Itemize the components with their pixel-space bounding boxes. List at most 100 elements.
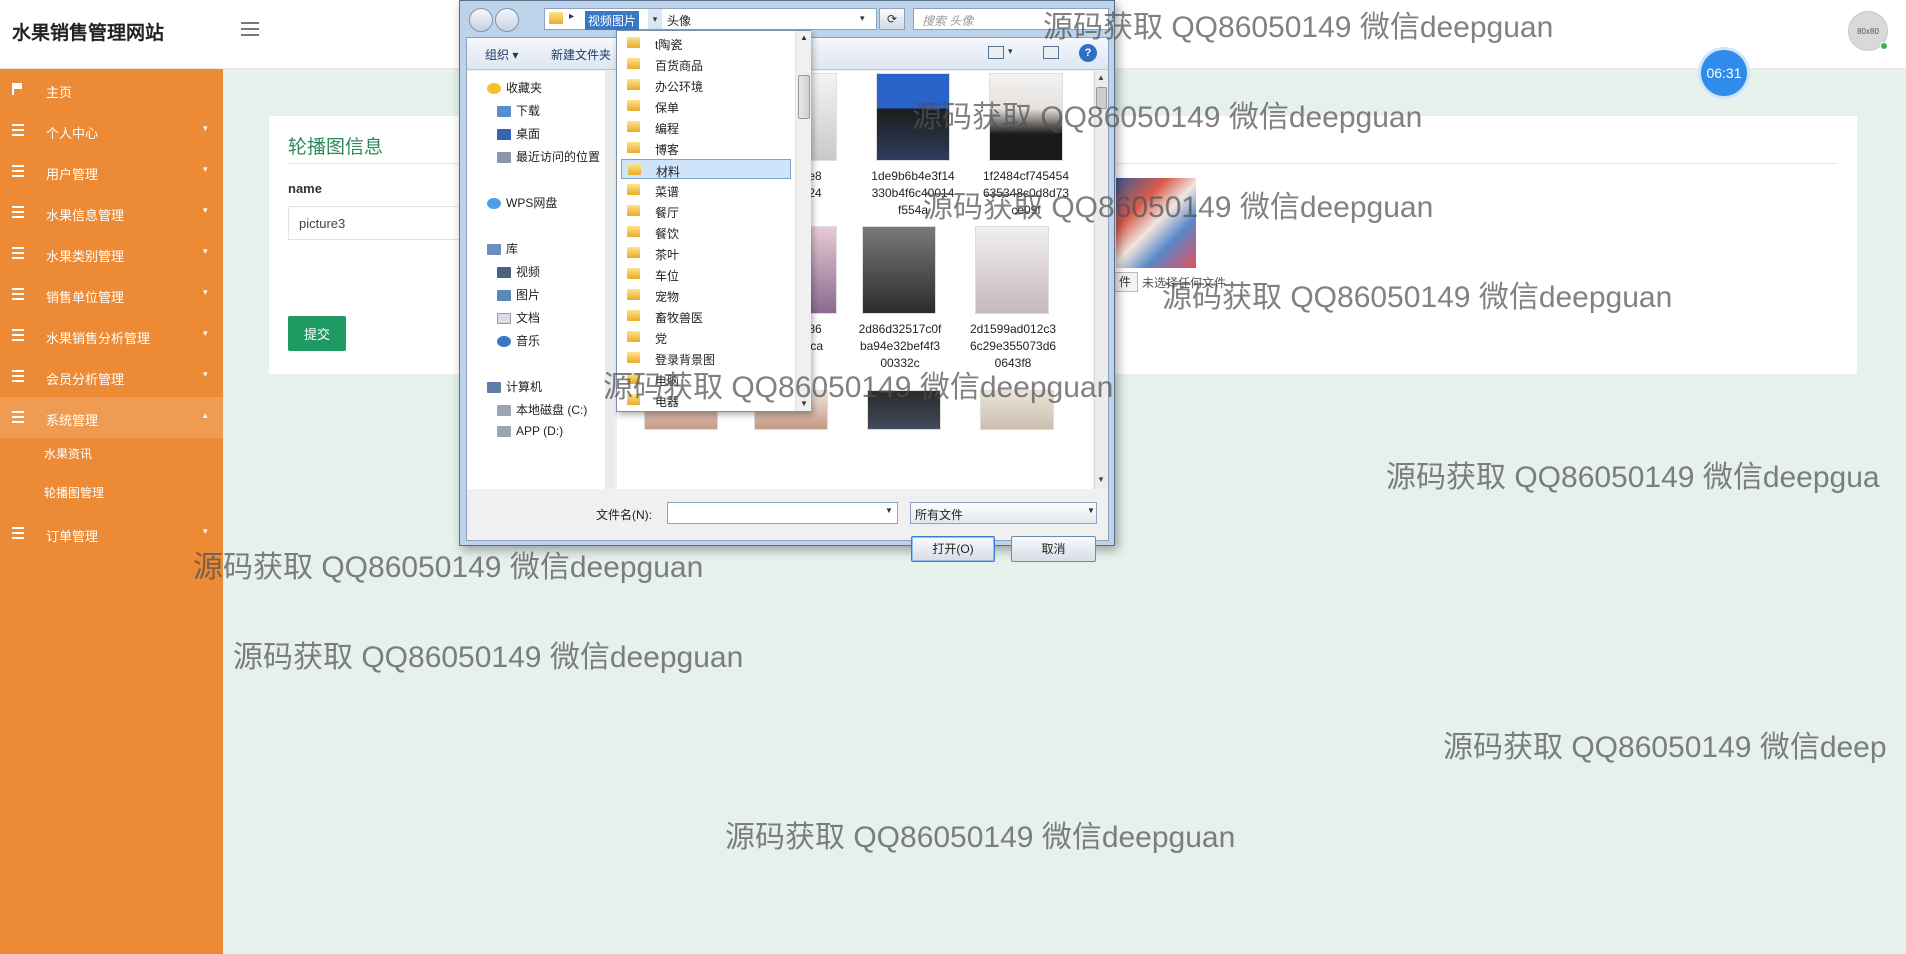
file-thumbnail[interactable] bbox=[975, 226, 1049, 314]
sidebar-item-sales-analysis[interactable]: 水果销售分析管理 ▾ bbox=[0, 315, 223, 356]
tree-item-videos[interactable]: 视频 bbox=[497, 263, 540, 280]
folder-item[interactable]: 电器 bbox=[621, 390, 791, 410]
folder-dropdown-scrollbar[interactable]: ▲ ▼ bbox=[795, 31, 811, 411]
sidebar-item-system[interactable]: 系统管理 ▴ bbox=[0, 397, 223, 438]
tree-item-documents[interactable]: 文档 bbox=[497, 309, 540, 326]
clock-badge: 06:31 bbox=[1701, 50, 1747, 96]
name-input[interactable] bbox=[288, 206, 488, 240]
chevron-down-icon[interactable]: ▾ bbox=[648, 9, 662, 29]
folder-item[interactable]: 宠物 bbox=[621, 285, 791, 305]
file-thumbnail[interactable] bbox=[867, 390, 941, 430]
folder-item[interactable]: 菜谱 bbox=[621, 180, 791, 200]
refresh-icon[interactable]: ⟳ bbox=[879, 8, 905, 30]
folder-item[interactable]: 党 bbox=[621, 327, 791, 347]
filetype-select[interactable]: 所有文件 bbox=[910, 502, 1097, 524]
folder-item[interactable]: 茶叶 bbox=[621, 243, 791, 263]
scroll-thumb[interactable] bbox=[798, 75, 810, 119]
breadcrumb[interactable]: ▸ 视频图片 ▾ 头像 ▾ bbox=[544, 8, 877, 30]
sidebar-item-fruit-category[interactable]: 水果类别管理 ▾ bbox=[0, 233, 223, 274]
grid-scrollbar[interactable]: ▲ ▼ bbox=[1094, 71, 1108, 489]
back-icon[interactable] bbox=[469, 8, 493, 32]
help-icon[interactable]: ? bbox=[1079, 44, 1097, 62]
preview-pane-icon[interactable] bbox=[1043, 46, 1059, 59]
file-name[interactable]: 1de9b6b4e3f14 330b4f6c40014 f554a bbox=[857, 168, 969, 219]
tree-item-favorites[interactable]: 收藏夹 bbox=[487, 79, 542, 96]
tree-item-desktop[interactable]: 桌面 bbox=[497, 125, 540, 142]
folder-item[interactable]: 餐饮 bbox=[621, 222, 791, 242]
search-input[interactable]: 搜索 头像 bbox=[913, 8, 1109, 30]
drive-icon bbox=[497, 426, 511, 438]
choose-file-button[interactable]: 件 bbox=[1112, 272, 1138, 292]
submit-button[interactable]: 提交 bbox=[288, 316, 346, 351]
no-file-text: 未选择任何文件 bbox=[1142, 276, 1227, 290]
sidebar-item-member-analysis[interactable]: 会员分析管理 ▾ bbox=[0, 356, 223, 397]
folder-icon bbox=[627, 268, 640, 279]
tree-scrollbar[interactable] bbox=[605, 71, 613, 489]
tree-item-drive-c[interactable]: 本地磁盘 (C:) bbox=[497, 401, 587, 418]
scroll-up-icon[interactable]: ▲ bbox=[800, 33, 808, 42]
file-thumbnail[interactable] bbox=[862, 226, 936, 314]
file-name[interactable]: 1f2484cf745454 635348c0d8d73 ce09f bbox=[970, 168, 1082, 219]
sidebar-item-profile[interactable]: 个人中心 ▾ bbox=[0, 110, 223, 151]
scroll-thumb[interactable] bbox=[1096, 87, 1107, 109]
chevron-down-icon[interactable]: ▾ bbox=[1008, 46, 1013, 57]
view-mode-icon[interactable] bbox=[988, 46, 1004, 59]
folder-item-selected[interactable]: 材料 bbox=[621, 159, 791, 179]
navigation-tree: 收藏夹 下载 桌面 最近访问的位置 WPS网盘 库 视频 图片 文档 音乐 计算… bbox=[467, 71, 613, 489]
folder-item[interactable]: 登录背景图 bbox=[621, 348, 791, 368]
cancel-button[interactable]: 取消 bbox=[1011, 536, 1096, 562]
chevron-down-icon: ▾ bbox=[203, 246, 208, 256]
tree-item-wps-cloud[interactable]: WPS网盘 bbox=[487, 194, 557, 211]
tree-item-drive-d[interactable]: APP (D:) bbox=[497, 424, 563, 438]
menu-toggle-icon[interactable] bbox=[241, 22, 259, 36]
folder-item[interactable]: t陶瓷 bbox=[621, 33, 791, 53]
folder-icon bbox=[627, 37, 640, 48]
sidebar-subitem-carousel[interactable]: 轮播图管理 bbox=[44, 484, 104, 501]
new-folder-button[interactable]: 新建文件夹 bbox=[551, 46, 611, 63]
sidebar-item-fruit-info[interactable]: 水果信息管理 ▾ bbox=[0, 192, 223, 233]
sidebar-item-orders[interactable]: 订单管理 ▾ bbox=[0, 513, 223, 554]
tree-item-recent[interactable]: 最近访问的位置 bbox=[497, 148, 600, 165]
tree-item-computer[interactable]: 计算机 bbox=[487, 378, 542, 395]
filename-input[interactable] bbox=[667, 502, 898, 524]
folder-item[interactable]: 餐厅 bbox=[621, 201, 791, 221]
breadcrumb-parent[interactable]: 视频图片 bbox=[585, 11, 640, 30]
tree-item-pictures[interactable]: 图片 bbox=[497, 286, 540, 303]
breadcrumb-current[interactable]: 头像 bbox=[667, 12, 691, 29]
folder-item[interactable]: 博客 bbox=[621, 138, 791, 158]
folder-item[interactable]: 畜牧兽医 bbox=[621, 306, 791, 326]
file-thumbnail[interactable] bbox=[989, 73, 1063, 161]
scroll-up-icon[interactable]: ▲ bbox=[1097, 73, 1105, 82]
forward-icon[interactable] bbox=[495, 8, 519, 32]
sidebar-item-users[interactable]: 用户管理 ▾ bbox=[0, 151, 223, 192]
tree-item-libraries[interactable]: 库 bbox=[487, 240, 518, 257]
organize-button[interactable]: 组织 ▾ bbox=[485, 46, 518, 63]
flag-icon bbox=[12, 83, 22, 95]
folder-item[interactable]: 百货商品 bbox=[621, 54, 791, 74]
scroll-down-icon[interactable]: ▼ bbox=[800, 399, 808, 408]
chevron-down-icon[interactable]: ▼ bbox=[885, 506, 893, 515]
folder-item[interactable]: 编程 bbox=[621, 117, 791, 137]
file-name[interactable]: 2d1599ad012c3 6c29e355073d6 0643f8 bbox=[957, 321, 1069, 372]
folder-item[interactable]: 电脑 bbox=[621, 369, 791, 389]
download-icon bbox=[497, 106, 511, 118]
folder-item[interactable]: 车位 bbox=[621, 264, 791, 284]
scroll-down-icon[interactable]: ▼ bbox=[1097, 475, 1105, 484]
file-thumbnail[interactable] bbox=[980, 390, 1054, 430]
pictures-icon bbox=[497, 290, 511, 302]
folder-icon bbox=[627, 373, 640, 384]
tree-item-music[interactable]: 音乐 bbox=[497, 332, 540, 349]
watermark: 源码获取 QQ86050149 微信deepguan bbox=[233, 641, 744, 674]
sidebar-subitem-fruit-news[interactable]: 水果资讯 bbox=[44, 445, 92, 462]
folder-item[interactable]: 办公环境 bbox=[621, 75, 791, 95]
open-button[interactable]: 打开(O) bbox=[911, 536, 995, 562]
tree-item-downloads[interactable]: 下载 bbox=[497, 102, 540, 119]
chevron-down-icon: ▾ bbox=[203, 369, 208, 379]
file-thumbnail[interactable] bbox=[876, 73, 950, 161]
sidebar-item-home[interactable]: 主页 bbox=[0, 69, 223, 110]
history-dropdown-icon[interactable]: ▾ bbox=[860, 13, 865, 24]
chevron-down-icon[interactable]: ▼ bbox=[1087, 506, 1095, 515]
folder-item[interactable]: 保单 bbox=[621, 96, 791, 116]
sidebar-item-sales-unit[interactable]: 销售单位管理 ▾ bbox=[0, 274, 223, 315]
file-name[interactable]: 2d86d32517c0f ba94e32bef4f3 00332c bbox=[844, 321, 956, 372]
